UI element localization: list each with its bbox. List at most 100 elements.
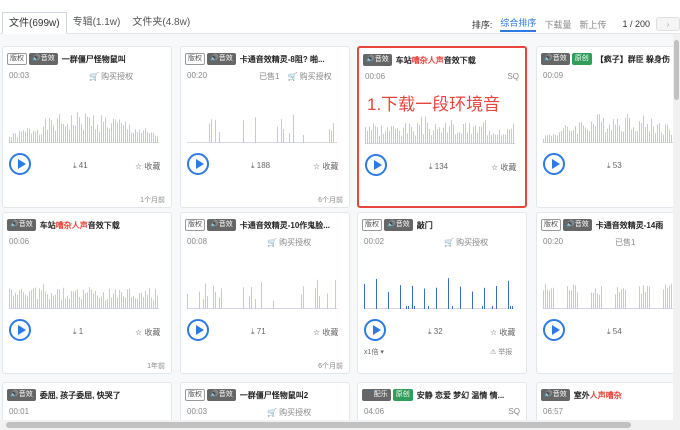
favorite-button[interactable]: ☆ 收藏 <box>313 161 338 172</box>
waveform[interactable] <box>187 87 337 143</box>
wave-bar <box>623 131 624 143</box>
waveform-svg[interactable] <box>364 253 514 309</box>
sound-card[interactable]: 🔊音效 车站嘈杂人声音效下载 00:06 ⤓ 1 ☆ 收藏 1年前 <box>2 212 172 374</box>
card-title-text[interactable]: 一群僵尸怪物鼠叫 <box>62 54 126 65</box>
download-count[interactable]: ⤓ 71 <box>251 327 266 337</box>
sound-card[interactable]: 🔊音效 车站嘈杂人声音效下载 00:06 SQ ⤓ 134 ☆ 收藏 1.下载一段环境音 <box>357 46 527 208</box>
waveform-svg[interactable] <box>543 253 680 309</box>
card-title-text[interactable]: 委屈, 孩子委屈, 快哭了 <box>40 390 121 401</box>
wave-bar <box>137 298 138 309</box>
wave-bar <box>543 290 544 309</box>
waveform-svg[interactable] <box>543 87 680 143</box>
favorite-button[interactable]: ☆ 收藏 <box>135 161 160 172</box>
sound-card[interactable]: 版权 🔊音效 卡通音效精灵-10作鬼脸... 00:08 🛒 购买授权 ⤓ 71 ☆ 收藏 6… <box>180 212 350 374</box>
favorite-button[interactable]: ☆ 收藏 <box>491 162 516 173</box>
play-button[interactable] <box>187 319 209 341</box>
card-title-text[interactable]: 卡通音效精灵-10作鬼脸... <box>240 220 330 231</box>
waveform[interactable] <box>364 253 514 309</box>
play-button[interactable] <box>187 153 209 175</box>
next-page-button[interactable]: › <box>656 17 680 31</box>
sound-card[interactable]: 版权 🔊音效 敲门 00:02 🛒 购买授权 ⤓ 32 ☆ 收藏 x1倍 ▾ ⚠ 举报 <box>357 212 527 374</box>
horizontal-scrollbar-thumb[interactable] <box>6 422 631 428</box>
download-count[interactable]: ⤓ 1 <box>73 327 83 337</box>
card-title[interactable]: 🔊音效 原创 【疯子】群臣 躲身伤 <box>541 53 680 65</box>
tab-folders[interactable]: 文件夹(4.8w) <box>126 12 196 34</box>
card-title-text[interactable]: 安静 恋爱 梦幻 温情 情... <box>417 390 505 401</box>
card-title-text[interactable]: 车站嘈杂人声音效下载 <box>40 220 120 231</box>
card-title[interactable]: 🔊音效 车站嘈杂人声音效下载 <box>363 54 521 66</box>
waveform[interactable] <box>9 87 159 143</box>
wave-bar <box>145 128 146 143</box>
play-button[interactable] <box>543 319 565 341</box>
download-count-value: 32 <box>433 327 443 336</box>
download-count[interactable]: ⤓ 53 <box>607 161 622 171</box>
sort-option-comprehensive[interactable]: 综合排序 <box>500 16 537 32</box>
sound-card[interactable]: 版权 🔊音效 卡通音效精灵-8阻? 啪... 00:20 已售1 🛒 购买授权 ⤓ 188 ☆… <box>180 46 350 208</box>
sound-card[interactable]: 版权 🔊音效 卡通音效精灵-14雨 00:20 已售1 ⤓ 54 <box>536 212 680 374</box>
card-badge: 🎵配乐 <box>362 389 391 401</box>
tab-files[interactable]: 文件(699w) <box>2 12 67 34</box>
wave-bar <box>593 124 594 143</box>
tab-albums[interactable]: 专辑(1.1w) <box>67 12 127 34</box>
play-button[interactable] <box>9 153 31 175</box>
card-title-text[interactable]: 卡通音效精灵-14雨 <box>596 220 664 231</box>
waveform[interactable] <box>9 253 159 309</box>
waveform-svg[interactable] <box>187 253 337 309</box>
card-title[interactable]: 🔊音效 车站嘈杂人声音效下载 <box>7 219 167 231</box>
card-title[interactable]: 🎵配乐 原创 安静 恋爱 梦幻 温情 情... <box>362 389 522 401</box>
waveform[interactable] <box>543 87 680 143</box>
card-title-text[interactable]: 卡通音效精灵-8阻? 啪... <box>240 54 325 65</box>
card-title-text[interactable]: 一群僵尸怪物鼠叫2 <box>240 390 308 401</box>
vertical-scrollbar-thumb[interactable] <box>674 40 679 100</box>
play-button[interactable] <box>9 319 31 341</box>
card-title[interactable]: 版权 🔊音效 一群僵尸怪物鼠叫2 <box>185 389 345 401</box>
wave-bar <box>621 131 622 143</box>
card-title-text[interactable]: 车站嘈杂人声音效下载 <box>396 55 476 66</box>
buy-license-link[interactable]: 🛒 购买授权 <box>267 238 311 247</box>
play-button[interactable] <box>543 153 565 175</box>
waveform-svg[interactable] <box>187 87 337 143</box>
play-button[interactable] <box>364 319 386 341</box>
waveform-svg[interactable] <box>9 253 159 309</box>
sound-card[interactable]: 🔊音效 原创 【疯子】群臣 躲身伤 00:09 ⤓ 53 <box>536 46 680 208</box>
card-title-text[interactable]: 室外人声嘈杂 <box>574 390 622 401</box>
play-button[interactable] <box>365 154 387 176</box>
wave-bar <box>605 132 606 143</box>
wave-bar <box>510 306 511 309</box>
card-title[interactable]: 🔊音效 委屈, 孩子委屈, 快哭了 <box>7 389 167 401</box>
buy-license-link[interactable]: 🛒 购买授权 <box>287 72 331 81</box>
buy-license-link[interactable]: 🛒 购买授权 <box>444 238 488 247</box>
card-title[interactable]: 版权 🔊音效 卡通音效精灵-10作鬼脸... <box>185 219 345 231</box>
buy-license-link[interactable]: 🛒 购买授权 <box>89 72 133 81</box>
card-title[interactable]: 版权 🔊音效 敲门 <box>362 219 522 231</box>
buy-license-link[interactable]: 🛒 购买授权 <box>267 408 311 417</box>
waveform[interactable] <box>187 253 337 309</box>
download-count[interactable]: ⤓ 54 <box>607 327 622 337</box>
card-title[interactable]: 版权 🔊音效 一群僵尸怪物鼠叫 <box>7 53 167 65</box>
download-count[interactable]: ⤓ 32 <box>428 327 443 337</box>
wave-bar <box>139 293 140 309</box>
favorite-button[interactable]: ☆ 收藏 <box>490 327 515 338</box>
card-title[interactable]: 版权 🔊音效 卡通音效精灵-14雨 <box>541 219 680 231</box>
sort-option-downloads[interactable]: 下载量 <box>544 18 571 31</box>
card-title[interactable]: 版权 🔊音效 卡通音效精灵-8阻? 啪... <box>185 53 345 65</box>
report-link[interactable]: ⚠ 举报 <box>490 347 512 357</box>
card-title-text[interactable]: 【疯子】群臣 躲身伤 <box>596 54 670 65</box>
favorite-button[interactable]: ☆ 收藏 <box>135 327 160 338</box>
wave-bar <box>117 297 118 309</box>
download-count[interactable]: ⤓ 134 <box>429 162 448 172</box>
waveform[interactable] <box>543 253 680 309</box>
wave-bar <box>551 288 552 309</box>
wave-bar <box>89 117 90 143</box>
waveform-svg[interactable] <box>9 87 159 143</box>
favorite-button[interactable]: ☆ 收藏 <box>313 327 338 338</box>
download-count[interactable]: ⤓ 188 <box>251 161 270 171</box>
wave-bar <box>543 138 544 143</box>
download-count[interactable]: ⤓ 41 <box>73 161 88 171</box>
sound-card[interactable]: 版权 🔊音效 一群僵尸怪物鼠叫 00:03 🛒 购买授权 ⤓ 41 ☆ 收藏 1个月前 <box>2 46 172 208</box>
sort-option-newest[interactable]: 新上传 <box>579 18 606 31</box>
card-title-text[interactable]: 敲门 <box>417 220 433 231</box>
card-title[interactable]: 🔊音效 室外人声嘈杂 <box>541 389 680 401</box>
speed-selector[interactable]: x1倍 ▾ <box>364 347 384 357</box>
wave-bar <box>373 123 374 144</box>
